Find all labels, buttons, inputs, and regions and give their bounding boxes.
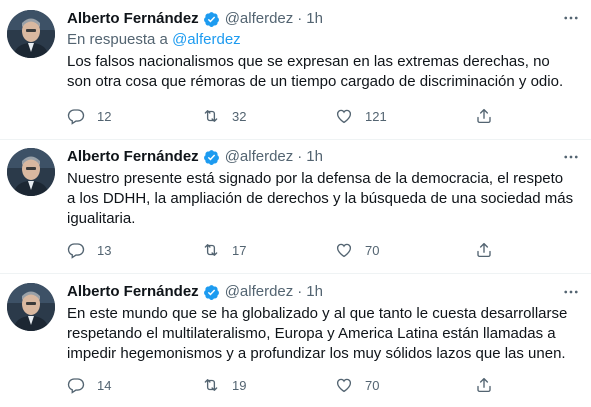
timestamp[interactable]: 1h [306,9,323,29]
share-button[interactable] [475,375,493,395]
share-button[interactable] [475,240,493,260]
reply-count: 12 [97,108,112,124]
verified-badge-icon [203,149,219,165]
share-button[interactable] [475,106,493,126]
tweet-text-line: Nuestro presente está signado por la def… [67,170,564,187]
reply-count: 14 [97,377,112,393]
separator-dot: · [297,283,303,300]
retweet-count: 19 [232,377,247,393]
tweet-text: En este mundo que se ha globalizado y al… [67,304,577,364]
retweet-button[interactable]: 19 [202,375,246,395]
like-button[interactable]: 70 [335,240,379,260]
tweet-text: Los falsos nacionalismos que se expresan… [67,52,577,92]
tweet-text-line: En este mundo que se ha globalizado y al… [67,305,568,322]
more-horizontal-icon[interactable] [559,8,583,28]
reply-handle-link[interactable]: @alferdez [172,31,241,48]
author-handle[interactable]: @alferdez [225,147,294,167]
reply-count: 13 [97,242,112,258]
reply-context: En respuesta a @alferdez [67,30,577,50]
tweet[interactable]: Alberto Fernández @alferdez · 1h En resp… [0,0,591,140]
share-icon [477,242,491,258]
retweet-count: 32 [232,108,247,124]
tweet-text-line: Los falsos nacionalismos que se expresan… [67,53,550,70]
tweet-text: Nuestro presente está signado por la def… [67,169,577,229]
like-button[interactable]: 121 [335,106,387,126]
author-handle[interactable]: @alferdez [225,9,294,29]
more-horizontal-icon[interactable] [559,282,583,302]
retweet-count: 17 [232,242,247,258]
tweet[interactable]: Alberto Fernández @alferdez · 1h Nuestro… [0,140,591,274]
retweet-icon [204,110,218,122]
tweet-actions: 14 19 70 [67,375,507,395]
verified-badge-icon [203,284,219,300]
reply-button[interactable]: 12 [67,106,111,126]
retweet-icon [204,244,218,256]
heart-icon [336,378,352,393]
tweet-text-line: igualitaria. [67,210,136,227]
tweet[interactable]: Alberto Fernández @alferdez · 1h En este… [0,274,591,407]
like-count: 121 [365,108,387,124]
reply-icon [67,378,85,394]
tweet-actions: 13 17 70 [67,240,507,260]
like-count: 70 [365,377,380,393]
share-icon [477,377,491,393]
heart-icon [336,243,352,258]
retweet-button[interactable]: 32 [202,106,246,126]
author-name[interactable]: Alberto Fernández [67,9,199,29]
reply-button[interactable]: 13 [67,240,111,260]
author-name[interactable]: Alberto Fernández [67,147,199,167]
timestamp[interactable]: 1h [306,147,323,167]
retweet-icon [204,379,218,391]
author-name[interactable]: Alberto Fernández [67,282,199,302]
reply-icon [67,243,85,259]
more-horizontal-icon[interactable] [559,147,583,167]
author-handle[interactable]: @alferdez [225,282,294,302]
timestamp[interactable]: 1h [306,282,323,302]
separator-dot: · [297,148,303,165]
tweet-actions: 12 32 121 [67,106,507,126]
reply-prefix: En respuesta a [67,31,168,48]
tweet-text-line: respetando el multilateralismo, Europa y… [67,325,556,342]
share-icon [477,108,491,124]
reply-button[interactable]: 14 [67,375,111,395]
like-button[interactable]: 70 [335,375,379,395]
verified-badge-icon [203,11,219,27]
separator-dot: · [297,10,303,27]
avatar[interactable] [7,148,55,196]
tweet-text-line: impedir hegemonismos y a profundizar los… [67,345,566,362]
tweet-text-line: son otra cosa que rémoras de un tiempo c… [67,73,564,90]
like-count: 70 [365,242,380,258]
retweet-button[interactable]: 17 [202,240,246,260]
heart-icon [336,109,352,124]
tweet-text-line: a los DDHH, la ampliación de derechos y … [67,190,574,207]
avatar[interactable] [7,10,55,58]
tweet-feed: Alberto Fernández @alferdez · 1h En resp… [0,0,591,407]
avatar[interactable] [7,283,55,331]
reply-icon [67,109,85,125]
